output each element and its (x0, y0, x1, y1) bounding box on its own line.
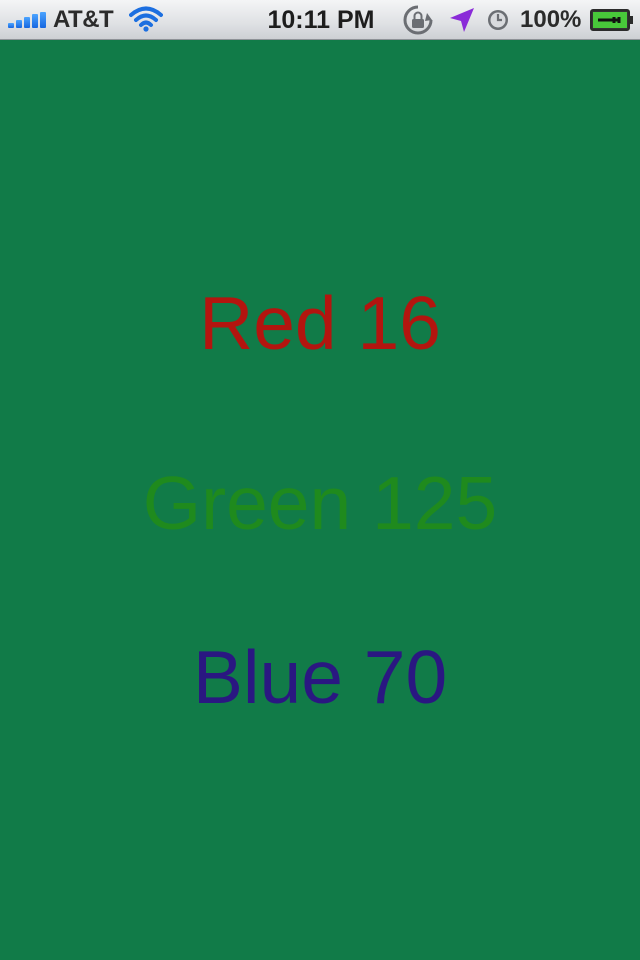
red-value-label: Red 16 (199, 281, 441, 365)
status-bar: AT&T 10:11 PM 100% (0, 0, 640, 40)
battery-charging-icon (590, 9, 633, 31)
battery-percentage: 100% (520, 6, 582, 33)
blue-value-label: Blue 70 (192, 635, 448, 719)
green-value-label: Green 125 (142, 461, 498, 545)
location-icon (450, 8, 474, 32)
alarm-icon (488, 10, 508, 30)
rotation-lock-icon (403, 5, 433, 35)
color-display: Red 16 Green 125 Blue 70 (0, 40, 640, 960)
